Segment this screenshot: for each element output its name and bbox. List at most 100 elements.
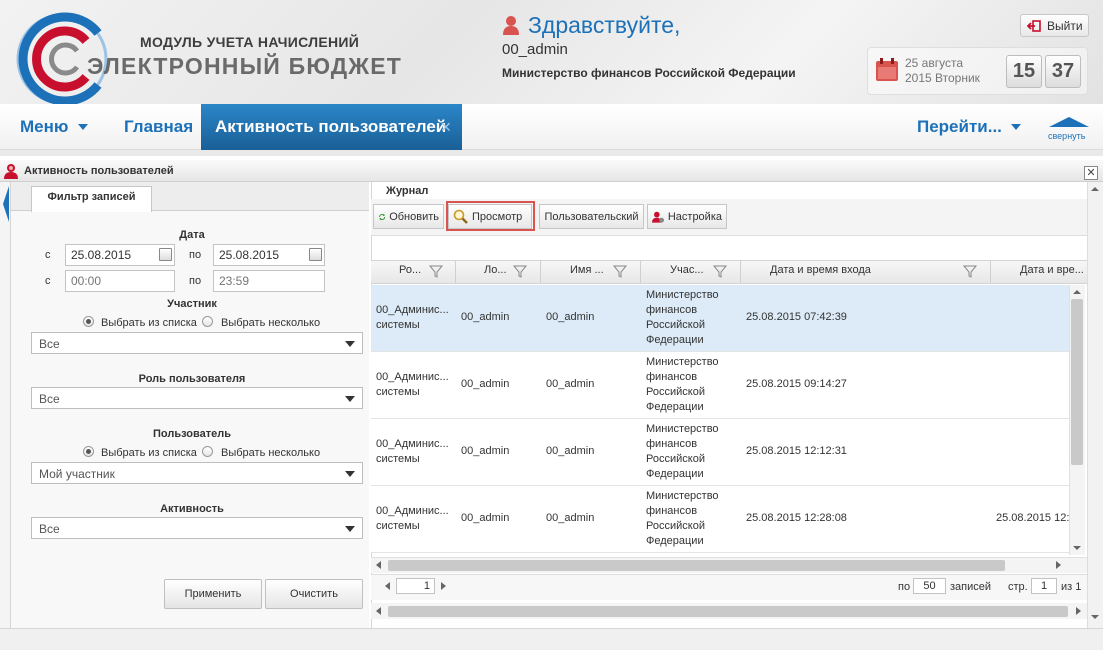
page-total-label: из 1 [1061,581,1082,593]
panel-title: Активность пользователей [24,165,174,177]
collapse-arrow-icon[interactable] [1049,117,1089,127]
scroll-down-icon[interactable] [1091,615,1099,619]
logout-button[interactable]: Выйти [1020,14,1089,37]
next-page-icon[interactable] [441,582,446,590]
user-radio-list[interactable] [83,446,94,457]
per-page-input[interactable] [913,578,946,594]
active-tab-label[interactable]: Активность пользователей [215,117,446,137]
date-from-calendar-icon[interactable] [159,248,172,261]
participant-select[interactable]: Все [31,332,363,354]
cell-login: 00_admin [461,378,510,390]
user-radio-several[interactable] [202,446,213,457]
settings-label: Настройка [667,210,722,223]
participant-radio-several-label[interactable]: Выбрать несколько [221,317,320,329]
user-select[interactable]: Мой участник [31,462,363,484]
cell-login-time: 25.08.2015 12:28:08 [746,512,847,524]
dropdown-arrow-icon[interactable] [345,471,355,477]
role-select[interactable]: Все [31,387,363,409]
participant-radio-list-label[interactable]: Выбрать из списка [101,317,197,329]
clear-button[interactable]: Очистить [265,579,363,609]
cell-role: 00_Админис... системы [376,371,449,398]
filter-icon[interactable] [963,265,977,278]
filter-icon[interactable] [713,265,727,278]
cell-role: 00_Админис... системы [376,438,449,465]
column-header-name[interactable]: Имя ... [570,264,604,276]
scroll-up-icon[interactable] [1091,187,1099,191]
column-separator[interactable] [990,261,991,283]
time-to-input[interactable] [213,270,325,292]
column-header-login[interactable]: Ло... [484,264,507,276]
per-page-label: по [898,581,911,593]
filter-icon[interactable] [613,265,627,278]
column-separator[interactable] [740,261,741,283]
role-section-label: Роль пользователя [138,373,246,385]
page-number-input[interactable] [396,578,435,594]
prev-page-icon[interactable] [385,582,390,590]
dropdown-arrow-icon[interactable] [345,396,355,402]
participant-radio-several[interactable] [202,316,213,327]
column-header-participant[interactable]: Учас... [670,264,704,276]
filter-icon[interactable] [429,265,443,278]
status-bar [0,628,1103,650]
horizontal-scroll-thumb[interactable] [388,560,1005,571]
journal-scroll-thumb[interactable] [388,606,1068,617]
collapse-label[interactable]: свернуть [1048,131,1085,141]
cell-role: 00_Админис... системы [376,505,449,532]
logo-subtitle: МОДУЛЬ УЧЕТА НАЧИСЛЕНИЙ [140,34,360,50]
nav-home-tab[interactable]: Главная [124,117,193,137]
column-header-role[interactable]: Ро... [399,264,421,276]
user-section-label: Пользователь [152,428,231,440]
current-page-input[interactable] [1031,578,1057,594]
column-separator[interactable] [455,261,456,283]
refresh-button[interactable]: Обновить [373,204,444,229]
column-header-login-time[interactable]: Дата и время входа [770,264,871,276]
user-radio-several-label[interactable]: Выбрать несколько [221,447,320,459]
view-button-highlight [446,201,535,231]
scroll-left-icon[interactable] [376,607,381,615]
collapse-left-icon[interactable] [3,186,9,222]
cell-participant: Министерство финансов Российской Федерации [646,356,719,413]
scroll-right-icon[interactable] [1076,607,1081,615]
refresh-label: Обновить [389,210,439,223]
cell-login: 00_admin [461,311,510,323]
participant-section-label: Участник [167,298,217,310]
custom-button[interactable]: Пользовательский [539,204,644,229]
nav-menu-item[interactable]: Меню [20,117,68,137]
filter-icon[interactable] [513,265,527,278]
panel-close-icon[interactable]: ✕ [1084,166,1098,180]
nav-divider [0,150,1103,156]
journal-title: Журнал [386,185,429,197]
dropdown-arrow-icon[interactable] [345,341,355,347]
goto-chevron-down-icon[interactable] [1011,124,1021,130]
date-to-label: по [189,249,202,261]
logout-icon [1027,19,1041,32]
scroll-left-icon[interactable] [376,561,381,569]
current-year-weekday: 2015 Вторник [905,71,980,85]
menu-chevron-down-icon[interactable] [78,124,88,130]
column-separator[interactable] [640,261,641,283]
panel-right-scrollbar[interactable] [1087,182,1103,628]
apply-button[interactable]: Применить [164,579,262,609]
filter-collapse-strip[interactable] [0,182,11,628]
tab-close-icon[interactable]: ✕ [440,119,452,136]
activity-select[interactable]: Все [31,517,363,539]
user-icon [503,16,519,35]
cell-login-time: 25.08.2015 09:14:27 [746,378,847,390]
user-radio-list-label[interactable]: Выбрать из списка [101,447,197,459]
column-header-logout-time[interactable]: Дата и вре... [1020,264,1084,276]
scroll-right-icon[interactable] [1056,561,1061,569]
scroll-up-icon[interactable] [1073,290,1081,294]
vertical-scroll-thumb[interactable] [1071,299,1083,465]
custom-label: Пользовательский [544,210,639,223]
participant-radio-list[interactable] [83,316,94,327]
dropdown-arrow-icon[interactable] [345,526,355,532]
time-from-input[interactable] [65,270,175,292]
date-to-calendar-icon[interactable] [309,248,322,261]
scroll-down-icon[interactable] [1073,546,1081,550]
greeting-text: Здравствуйте, [528,12,681,38]
column-separator[interactable] [540,261,541,283]
cell-logout-time: 25.08.2015 12: [996,512,1070,524]
tab-filter-records[interactable]: Фильтр записей [31,186,152,212]
settings-button[interactable]: Настройка [647,204,727,229]
nav-goto-menu[interactable]: Перейти... [917,117,1002,137]
